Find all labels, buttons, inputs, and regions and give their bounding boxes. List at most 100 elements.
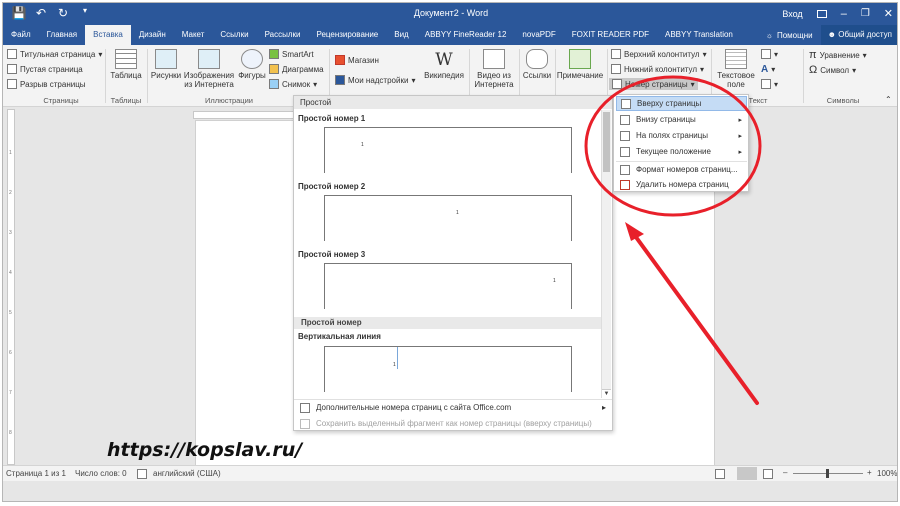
page-margins-icon: [620, 130, 630, 141]
footer-button[interactable]: Нижний колонтитул ▾: [611, 64, 704, 74]
header-button[interactable]: Верхний колонтитул ▾: [611, 49, 707, 59]
zoom-in-icon[interactable]: +: [867, 468, 872, 477]
group-label-symbols: Символы: [826, 96, 860, 105]
quick-parts-button[interactable]: ▾: [761, 49, 778, 59]
menu-item-current-position[interactable]: Текущее положение ▸: [616, 144, 747, 159]
office-page-icon: [300, 402, 310, 413]
tab-home[interactable]: Главная: [39, 25, 85, 45]
more-page-numbers-item[interactable]: Дополнительные номера страниц с сайта Of…: [294, 400, 612, 415]
smartart-button[interactable]: SmartArt: [269, 49, 314, 59]
share-button[interactable]: ☻ Общий доступ: [820, 25, 897, 45]
wikipedia-button[interactable]: W Википедия: [421, 49, 467, 80]
my-addins-button[interactable]: Мои надстройки ▾: [335, 75, 415, 85]
tab-view[interactable]: Вид: [386, 25, 416, 45]
gallery-item-label: Простой номер 1: [298, 114, 366, 123]
tab-design[interactable]: Дизайн: [131, 25, 174, 45]
site-watermark: https://kopslav.ru/: [107, 439, 303, 461]
vertical-line-mark: [397, 347, 398, 369]
gallery-item-simple-2[interactable]: 1: [324, 195, 572, 241]
link-icon: [526, 49, 548, 69]
links-button[interactable]: Ссылки: [521, 49, 553, 80]
tab-abbyy-finereader[interactable]: ABBYY FineReader 12: [417, 25, 515, 45]
tab-layout[interactable]: Макет: [174, 25, 213, 45]
equation-button[interactable]: π Уравнение ▾: [809, 49, 867, 61]
store-button[interactable]: Магазин: [335, 55, 379, 65]
tab-abbyy-translation[interactable]: ABBYY Translation: [657, 25, 741, 45]
read-mode-icon[interactable]: [715, 469, 725, 479]
blank-page-button[interactable]: Пустая страница: [7, 64, 83, 74]
gallery-item-simple-3[interactable]: 1: [324, 263, 572, 309]
zoom-level[interactable]: 100%: [877, 469, 897, 478]
gallery-item-label: Простой номер 2: [298, 182, 366, 191]
tab-novapdf[interactable]: novaPDF: [514, 25, 563, 45]
minimize-icon[interactable]: –: [841, 8, 847, 20]
wordart-button[interactable]: A ▾: [761, 64, 775, 75]
remove-icon: [620, 179, 630, 190]
group-label-tables: Таблицы: [110, 96, 142, 105]
gallery-item-vertical-line[interactable]: 1: [324, 346, 572, 392]
store-icon: [335, 55, 345, 65]
textbox-button[interactable]: Текстовое поле: [713, 49, 759, 89]
symbol-button[interactable]: Ω Символ ▾: [809, 64, 856, 76]
tab-mailings[interactable]: Рассылки: [257, 25, 309, 45]
language-indicator[interactable]: английский (США): [153, 469, 221, 478]
menu-item-bottom-of-page[interactable]: Внизу страницы ▸: [616, 112, 747, 127]
page-counter[interactable]: Страница 1 из 1: [6, 469, 66, 478]
web-layout-icon[interactable]: [763, 469, 773, 479]
online-pictures-button[interactable]: Изображения из Интернета: [183, 49, 235, 89]
print-layout-button[interactable]: [737, 467, 757, 480]
chevron-right-icon: ▸: [601, 403, 606, 412]
tab-foxit[interactable]: FOXIT READER PDF: [564, 25, 657, 45]
proofing-icon[interactable]: [137, 469, 147, 479]
collapse-ribbon-icon[interactable]: ⌃: [885, 95, 892, 104]
sign-in-link[interactable]: Вход: [782, 9, 802, 19]
document-title: Документ2 - Word: [413, 8, 489, 18]
table-button[interactable]: Таблица: [107, 49, 145, 80]
zoom-out-icon[interactable]: –: [783, 468, 787, 477]
tell-me-box[interactable]: ☼ Помощни: [758, 31, 821, 40]
menu-item-format-page-numbers[interactable]: Формат номеров страниц...: [616, 162, 747, 177]
comment-button[interactable]: Примечание: [555, 49, 605, 80]
chevron-right-icon: ▸: [738, 116, 742, 124]
dropcap-button[interactable]: ▾: [761, 79, 778, 89]
online-picture-icon: [198, 49, 220, 69]
tab-review[interactable]: Рецензирование: [308, 25, 386, 45]
tab-references[interactable]: Ссылки: [212, 25, 256, 45]
pi-icon: π: [809, 49, 817, 61]
video-icon: [483, 49, 505, 69]
menu-item-page-margins[interactable]: На полях страницы ▸: [616, 128, 747, 143]
blank-page-icon: [7, 64, 17, 74]
online-video-button[interactable]: Видео из Интернета: [471, 49, 517, 89]
word-count[interactable]: Число слов: 0: [75, 469, 127, 478]
word-window: 💾 ↶ ↻ ▾ Документ2 - Word Вход – ❐ ✕ Файл…: [2, 2, 898, 502]
scroll-thumb[interactable]: [603, 112, 610, 172]
picture-icon: [155, 49, 177, 69]
menu-item-top-of-page[interactable]: Вверху страницы: [616, 96, 747, 111]
screenshot-button[interactable]: Снимок ▾: [269, 79, 317, 89]
gallery-scrollbar[interactable]: ▼: [601, 110, 611, 398]
footer-icon: [611, 64, 621, 74]
dropcap-icon: [761, 79, 771, 89]
wordart-icon: A: [761, 64, 769, 75]
scroll-down-arrow[interactable]: ▼: [602, 389, 611, 398]
screenshot-icon: [269, 79, 279, 89]
zoom-slider-thumb[interactable]: [826, 469, 829, 478]
title-bar: 💾 ↶ ↻ ▾ Документ2 - Word Вход – ❐ ✕: [3, 3, 897, 25]
tab-insert[interactable]: Вставка: [85, 25, 131, 45]
lightbulb-icon: ☼: [765, 30, 773, 40]
restore-icon[interactable]: ❐: [861, 8, 870, 19]
ribbon-options-icon[interactable]: [816, 9, 827, 18]
chart-button[interactable]: Диаграмма: [269, 64, 324, 74]
close-icon[interactable]: ✕: [884, 7, 893, 20]
page-number-button[interactable]: Номер страницы ▾: [609, 78, 698, 90]
person-icon: ☻: [827, 30, 837, 39]
page-break-button[interactable]: Разрыв страницы: [7, 79, 86, 89]
cover-page-button[interactable]: Титульная страница ▾: [7, 49, 102, 59]
vertical-ruler[interactable]: 12345678: [7, 109, 15, 465]
shapes-button[interactable]: Фигуры: [235, 49, 269, 80]
gallery-item-simple-1[interactable]: 1: [324, 127, 572, 173]
menu-item-remove-page-numbers[interactable]: Удалить номера страниц: [616, 177, 747, 192]
table-icon: [115, 49, 137, 69]
tab-file[interactable]: Файл: [3, 25, 39, 45]
pictures-button[interactable]: Рисунки: [149, 49, 183, 80]
